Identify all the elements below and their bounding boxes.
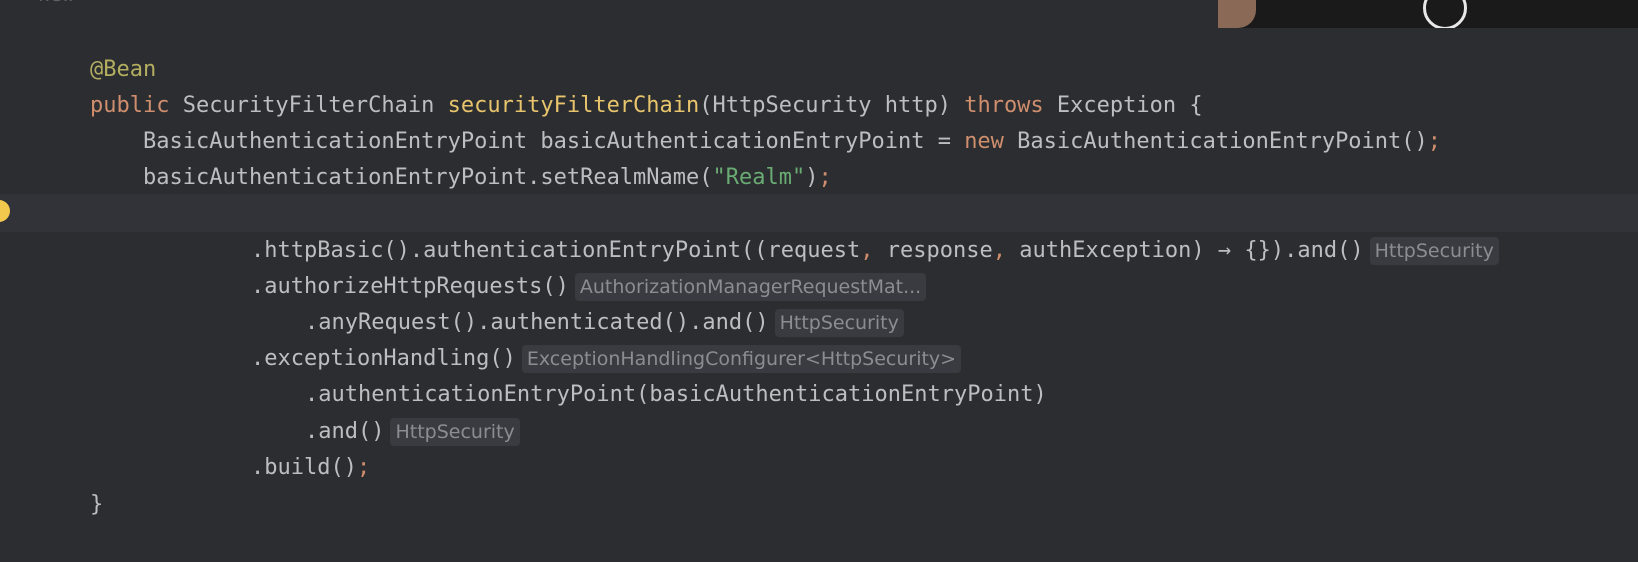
code-line-closing-brace[interactable]: } (37, 448, 103, 517)
brace-token: } (89, 492, 104, 517)
code-line-authorize-requests[interactable]: .authorizeHttpRequests() AuthorizationMan… (198, 230, 927, 301)
type-hint: HttpSecurity (390, 418, 520, 446)
code-line-http-basic[interactable]: .httpBasic().authenticationEntryPoint((r… (0, 194, 1638, 265)
call-token: .build() (250, 455, 357, 480)
code-line-return[interactable]: return http (90, 158, 289, 227)
string-literal-token: "Realm" (712, 165, 806, 190)
webcam-overlay (1218, 0, 1638, 28)
type-hint: HttpSecurity (1369, 237, 1499, 265)
code-line-annotation[interactable]: @Bean (37, 13, 156, 82)
comma-token: , (992, 238, 1006, 263)
code-editor[interactable]: new @Bean public SecurityFilterChain sec… (0, 0, 1638, 517)
constructor-token: BasicAuthenticationEntryPoint() (1003, 129, 1428, 154)
code-line-any-request[interactable]: .anyRequest().authenticated().and() HttpS… (252, 266, 904, 337)
paren-token: ) (805, 165, 819, 190)
code-line-and[interactable]: .and() HttpSecurity (252, 375, 520, 446)
semicolon-token: ; (1427, 129, 1442, 154)
code-line-exception-handling[interactable]: .exceptionHandling() ExceptionHandlingCon… (198, 302, 962, 373)
keyword-token: new (964, 129, 1004, 154)
semicolon-token: ; (818, 165, 832, 190)
semicolon-token: ; (356, 455, 371, 480)
code-line-build[interactable]: .build(); (198, 411, 370, 480)
code-line-auth-entry-point[interactable]: .authenticationEntryPoint(basicAuthentic… (252, 338, 1047, 407)
code-line-entry-point-declaration[interactable]: BasicAuthenticationEntryPoint basicAuthe… (90, 85, 1441, 154)
webcam-person (1218, 0, 1256, 28)
code-line-set-realm[interactable]: basicAuthenticationEntryPoint.setRealmNa… (90, 121, 832, 190)
radiation-logo-icon (1423, 0, 1467, 28)
code-line-method-signature[interactable]: public SecurityFilterChain securityFilte… (37, 49, 1203, 118)
lambda-token: authException) → {}).and() (1005, 238, 1364, 263)
partial-code-line: new (38, 0, 74, 6)
